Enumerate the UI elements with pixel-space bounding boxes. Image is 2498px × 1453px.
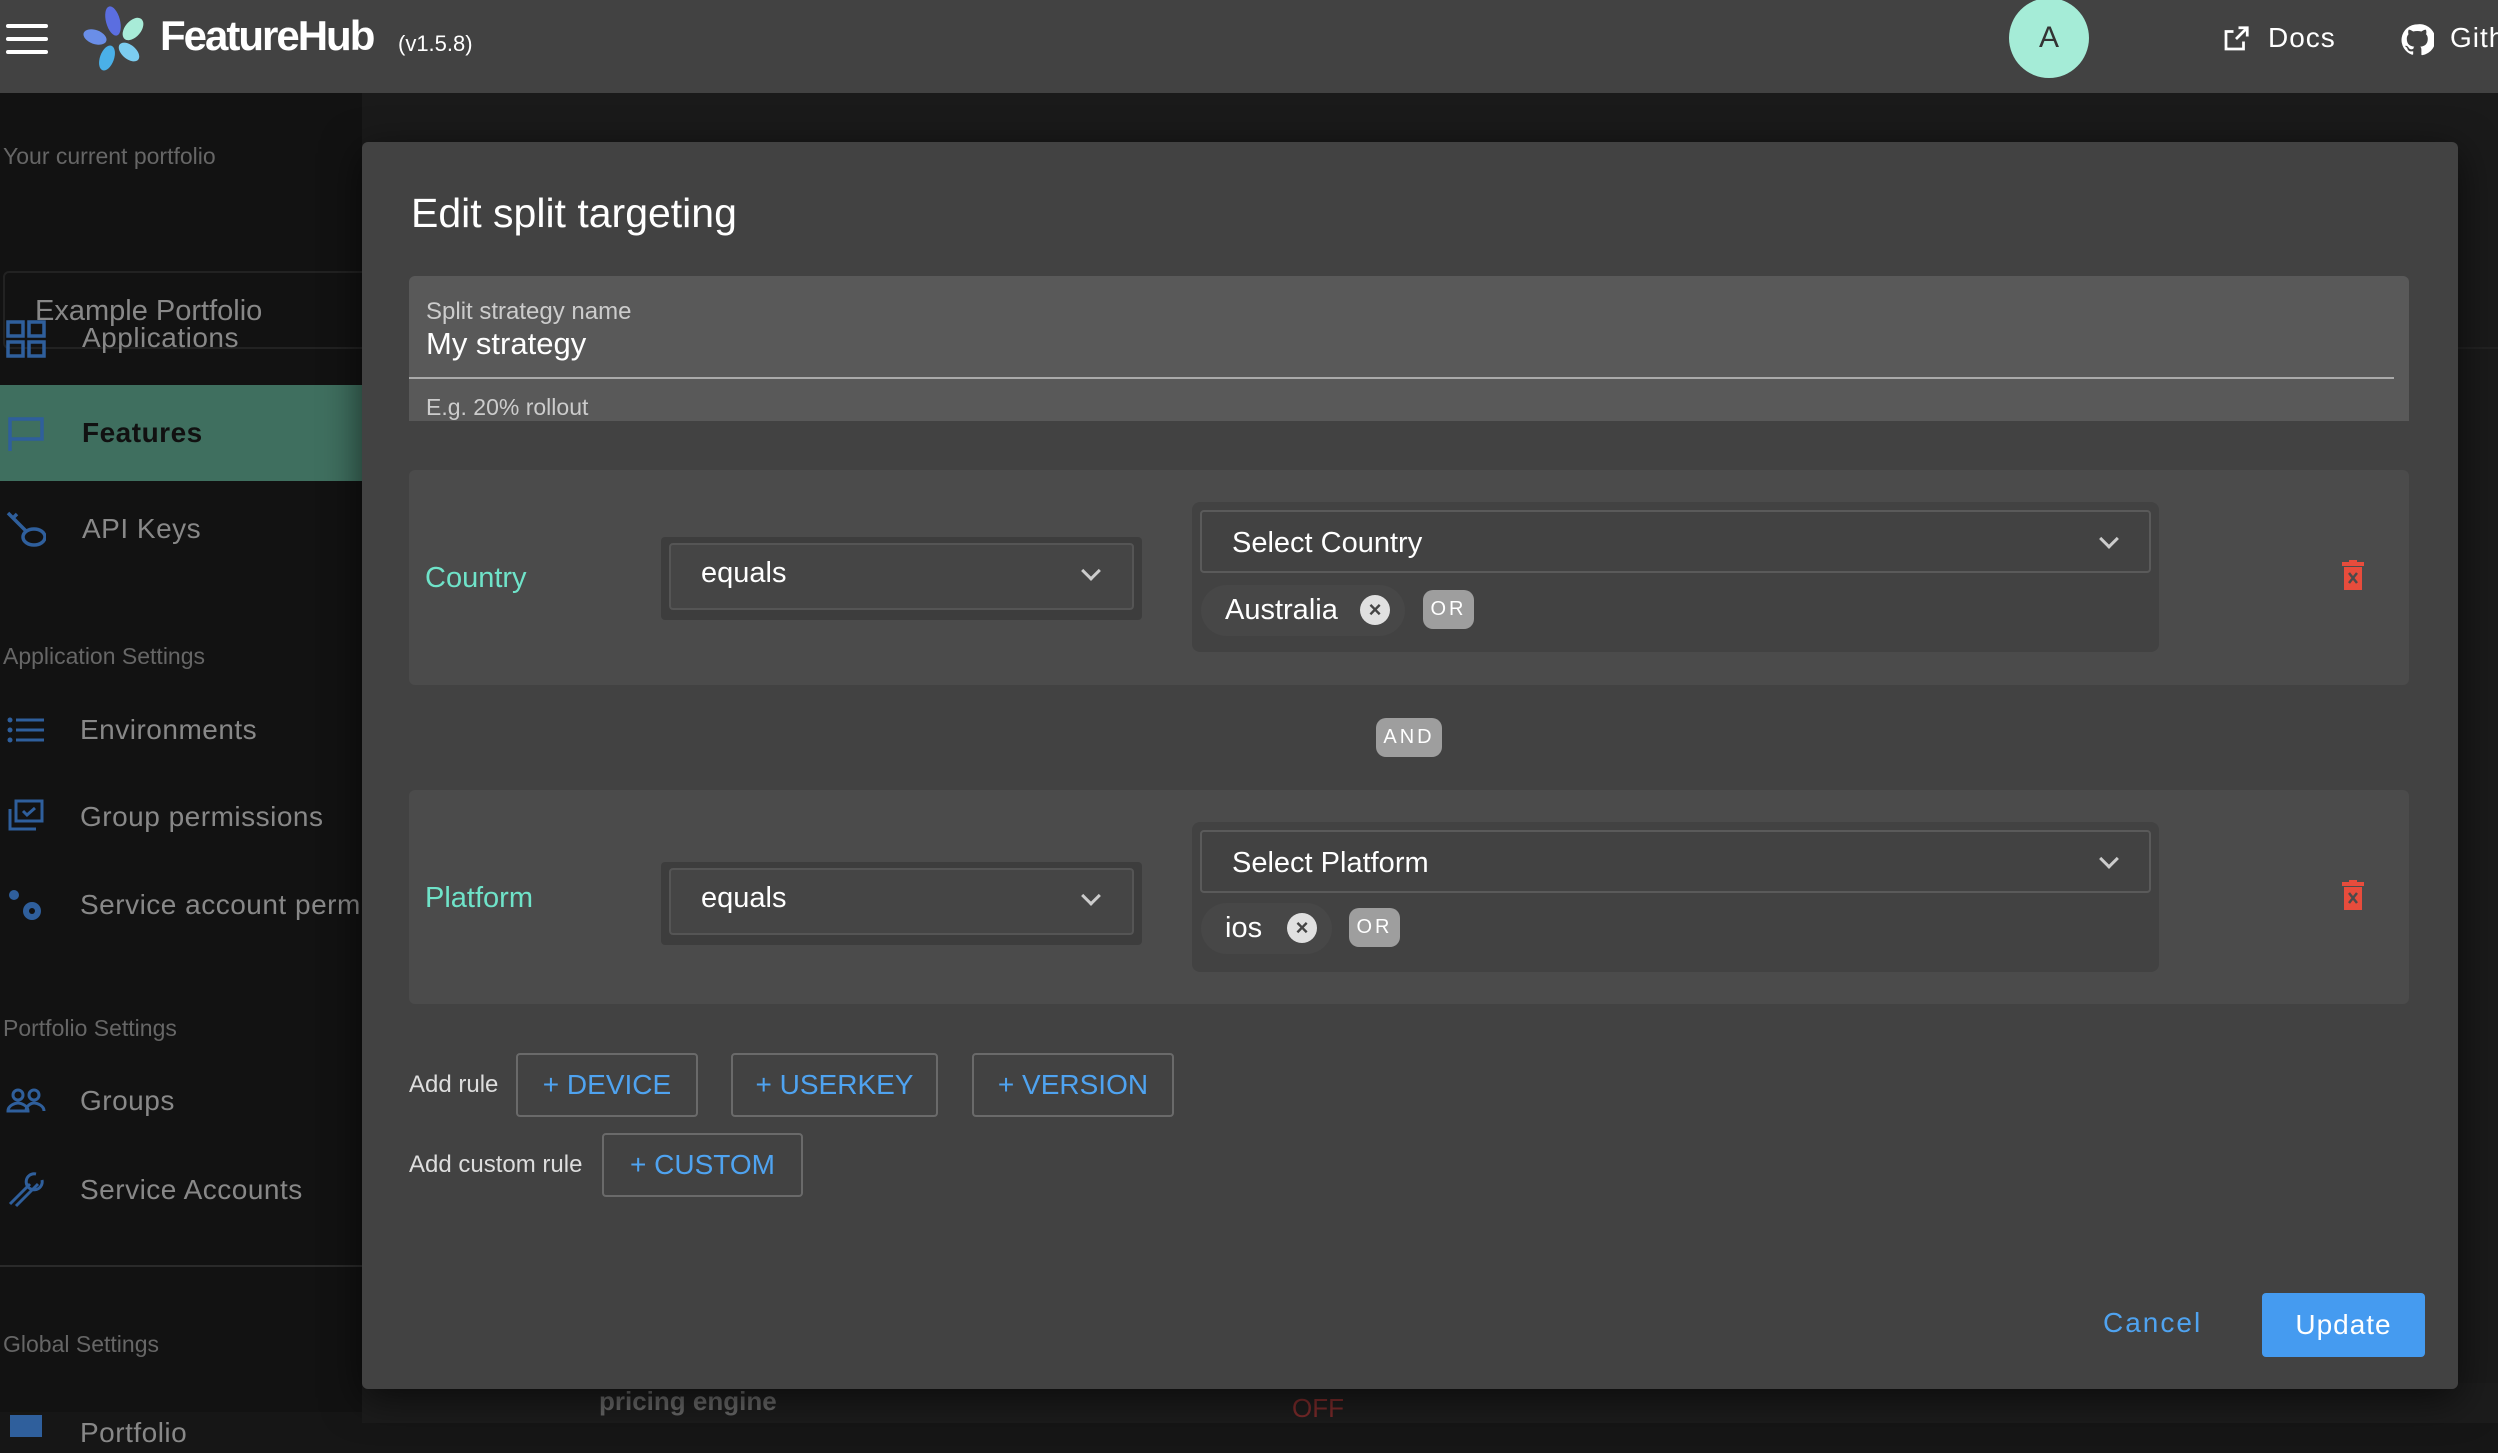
or-button[interactable]: OR xyxy=(1349,908,1400,947)
sidebar-item-label: API Keys xyxy=(82,513,202,544)
feature-status: OFF xyxy=(1292,1393,1344,1423)
close-icon[interactable]: × xyxy=(1360,595,1390,625)
portfolio-label: Your current portfolio xyxy=(3,143,216,169)
chevron-down-icon xyxy=(2099,529,2119,549)
external-link-icon xyxy=(2224,26,2249,51)
rule-label: Country xyxy=(425,562,527,594)
sidebar-item-groups[interactable]: Groups xyxy=(0,1066,362,1136)
featurehub-logo-icon xyxy=(83,6,144,71)
docs-link[interactable]: Docs xyxy=(2268,22,2336,54)
sidebar-item-api-keys[interactable]: API Keys xyxy=(0,494,362,564)
select-placeholder: Select Platform xyxy=(1232,847,1429,879)
field-underline xyxy=(409,377,2394,379)
add-version-rule-button[interactable]: + VERSION xyxy=(972,1053,1174,1117)
rule-card-country: Country equals Select Country Australia … xyxy=(409,470,2409,685)
section-label: Global Settings xyxy=(3,1331,159,1357)
delete-icon[interactable] xyxy=(2342,880,2364,910)
operator-value: equals xyxy=(701,557,787,589)
sidebar-item-environments[interactable]: Environments xyxy=(0,695,362,765)
feature-name: pricing engine xyxy=(599,1386,777,1416)
sidebar-item-applications[interactable]: Applications xyxy=(0,303,362,373)
chevron-down-icon xyxy=(2099,849,2119,869)
add-device-rule-button[interactable]: + DEVICE xyxy=(516,1053,698,1117)
list-icon xyxy=(7,717,44,743)
sidebar-item-features[interactable]: Features xyxy=(0,385,362,481)
field-value[interactable]: My strategy xyxy=(426,326,586,362)
rule-card-platform: Platform equals Select Platform ios × OR xyxy=(409,790,2409,1004)
operator-select[interactable]: equals xyxy=(661,862,1142,945)
operator-select[interactable]: equals xyxy=(661,537,1142,620)
brand-name: FeatureHub xyxy=(160,12,375,59)
country-select[interactable]: Select Country xyxy=(1200,510,2151,573)
value-chip: Australia × xyxy=(1201,585,1405,636)
section-label: Portfolio Settings xyxy=(3,1015,177,1041)
update-button[interactable]: Update xyxy=(2262,1293,2425,1357)
checklist-icon xyxy=(8,799,44,831)
add-userkey-rule-button[interactable]: + USERKEY xyxy=(731,1053,938,1117)
sidebar-item-label: Features xyxy=(82,417,203,448)
sidebar: Your current portfolio Example Portfolio… xyxy=(0,93,403,1448)
sidebar-item-label: Service account permi xyxy=(80,889,368,920)
sidebar-item-group-permissions[interactable]: Group permissions xyxy=(0,782,362,852)
sidebar-item-label: Applications xyxy=(82,322,239,353)
flag-icon xyxy=(8,417,44,451)
menu-icon[interactable] xyxy=(6,24,48,54)
section-label: Application Settings xyxy=(3,643,206,669)
platform-select[interactable]: Select Platform xyxy=(1200,830,2151,893)
sidebar-item-service-account-permissions[interactable]: Service account permi xyxy=(0,870,367,940)
sidebar-item-portfolio[interactable]: Portfolio xyxy=(0,1383,362,1453)
version-label: (v1.5.8) xyxy=(398,31,473,56)
gears-icon xyxy=(9,890,41,920)
values-container: Select Platform ios × OR xyxy=(1192,822,2159,972)
split-strategy-name-field[interactable]: Split strategy name My strategy E.g. 20%… xyxy=(409,276,2409,421)
or-button[interactable]: OR xyxy=(1423,590,1474,629)
close-icon[interactable]: × xyxy=(1287,913,1317,943)
key-icon xyxy=(6,511,46,547)
value-chip: ios × xyxy=(1201,903,1332,954)
add-rule-label: Add rule xyxy=(409,1071,499,1098)
app-header: FeatureHub (v1.5.8) A Docs Gith xyxy=(0,0,2498,93)
add-custom-rule-label: Add custom rule xyxy=(409,1151,583,1178)
chip-label: Australia xyxy=(1225,594,1338,626)
avatar[interactable]: A xyxy=(2009,0,2089,78)
and-badge: AND xyxy=(1376,718,1442,757)
divider xyxy=(0,1265,362,1267)
sidebar-item-label: Groups xyxy=(80,1085,175,1116)
rule-label: Platform xyxy=(425,882,533,914)
values-container: Select Country Australia × OR xyxy=(1192,502,2159,652)
sidebar-item-label: Group permissions xyxy=(80,801,324,832)
sidebar-item-label: Environments xyxy=(80,714,258,745)
dialog-title: Edit split targeting xyxy=(411,190,737,236)
sidebar-item-label: Service Accounts xyxy=(80,1174,303,1205)
select-placeholder: Select Country xyxy=(1232,527,1423,559)
people-icon xyxy=(6,1088,46,1113)
field-label: Split strategy name xyxy=(426,298,632,325)
wrench-icon xyxy=(8,1172,44,1208)
cancel-button[interactable]: Cancel xyxy=(2103,1307,2202,1339)
field-helper: E.g. 20% rollout xyxy=(426,394,589,420)
chip-label: ios xyxy=(1225,912,1263,944)
briefcase-icon xyxy=(10,1415,42,1437)
delete-icon[interactable] xyxy=(2342,560,2364,590)
sidebar-item-label: Portfolio xyxy=(80,1417,188,1448)
github-link[interactable]: Gith xyxy=(2450,22,2498,54)
github-icon xyxy=(2401,24,2434,56)
operator-value: equals xyxy=(701,882,787,914)
sidebar-item-service-accounts[interactable]: Service Accounts xyxy=(0,1155,362,1225)
grid-icon xyxy=(6,320,46,358)
add-custom-rule-button[interactable]: + CUSTOM xyxy=(602,1133,803,1197)
